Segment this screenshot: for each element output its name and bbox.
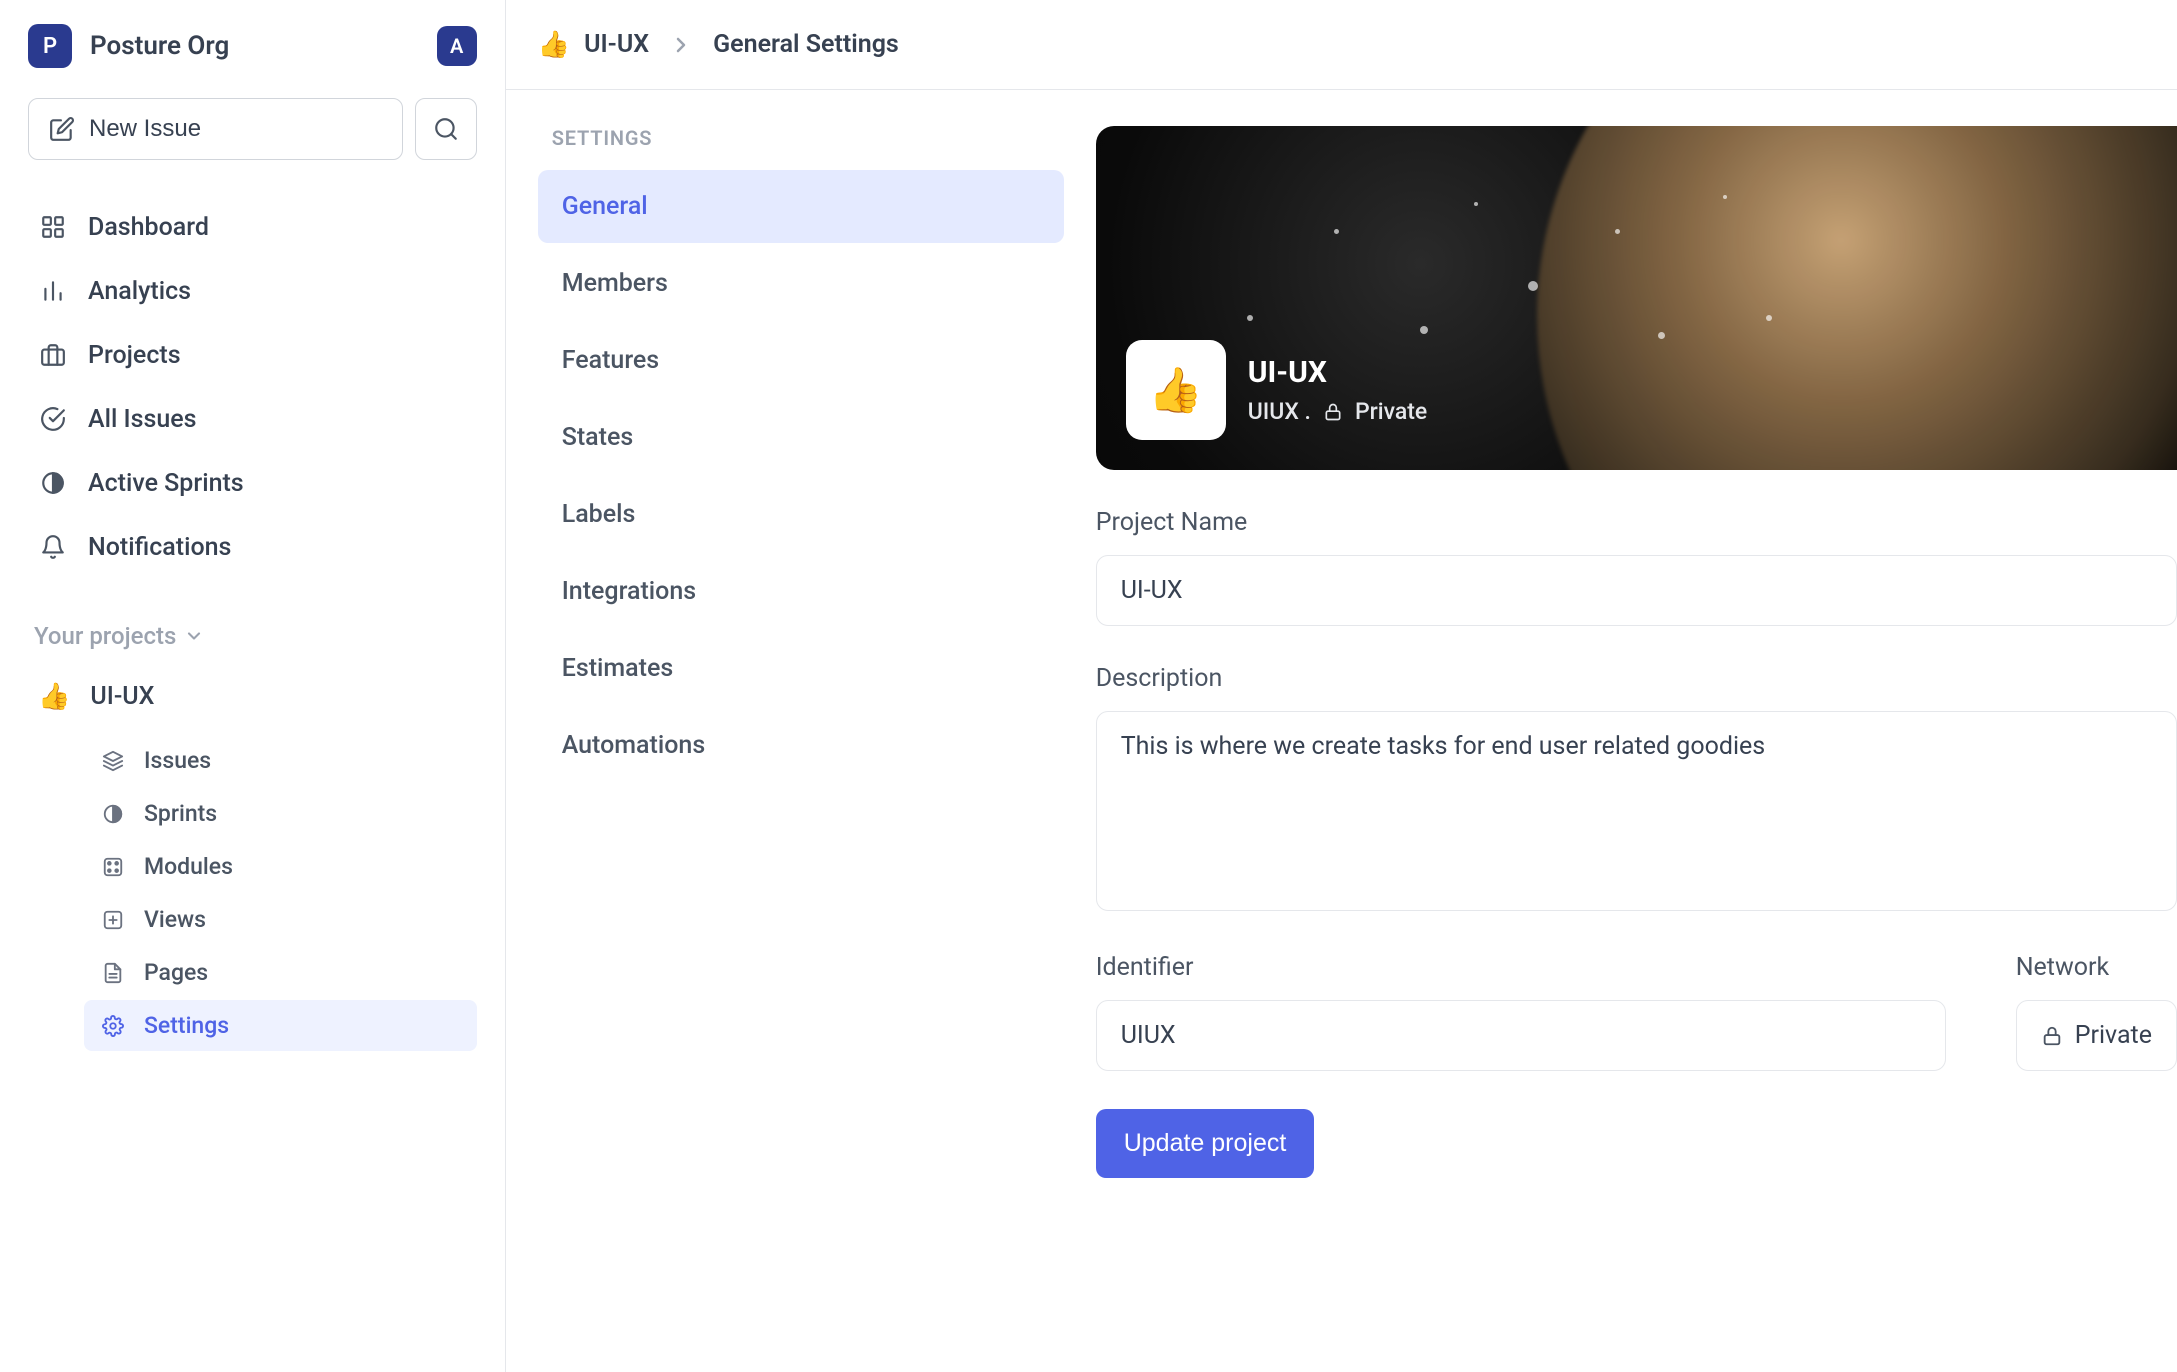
- contrast-icon: [100, 801, 126, 827]
- settings-tab-general[interactable]: General: [538, 170, 1064, 243]
- analytics-icon: [38, 276, 68, 306]
- org-switcher[interactable]: P Posture Org: [28, 24, 229, 68]
- subnav-pages[interactable]: Pages: [84, 947, 477, 998]
- nav-dashboard[interactable]: Dashboard: [28, 198, 477, 256]
- main-nav: Dashboard Analytics Projects All Issues: [28, 198, 477, 576]
- your-projects-toggle[interactable]: Your projects: [28, 616, 477, 656]
- edit-icon: [49, 116, 75, 142]
- crumb-project[interactable]: 👍 UI-UX: [538, 30, 649, 59]
- settings-tab-labels[interactable]: Labels: [538, 478, 1064, 551]
- subnav-label: Issues: [144, 747, 211, 774]
- chevron-down-icon: [184, 626, 204, 646]
- cover-avatar[interactable]: 👍: [1126, 340, 1226, 440]
- identifier-input[interactable]: [1096, 1000, 1946, 1071]
- settings-tab-automations[interactable]: Automations: [538, 709, 1064, 782]
- layers-icon: [100, 748, 126, 774]
- frame-plus-icon: [100, 907, 126, 933]
- nav-all-issues[interactable]: All Issues: [28, 390, 477, 448]
- settings-tab-members[interactable]: Members: [538, 247, 1064, 320]
- settings-form-area: 👍 UI-UX UIUX . Private: [1096, 90, 2177, 1372]
- org-header: P Posture Org A: [28, 24, 477, 68]
- thumbs-up-icon: 👍: [538, 32, 570, 58]
- subnav-modules[interactable]: Modules: [84, 841, 477, 892]
- description-label: Description: [1096, 664, 2177, 693]
- file-text-icon: [100, 960, 126, 986]
- subnav-views[interactable]: Views: [84, 894, 477, 945]
- gear-icon: [100, 1013, 126, 1039]
- search-button[interactable]: [415, 98, 477, 160]
- project-name: UI-UX: [90, 682, 154, 711]
- thumbs-up-icon: 👍: [1148, 364, 1203, 416]
- cover-identifier: UIUX .: [1248, 398, 1311, 425]
- org-badge: P: [28, 24, 72, 68]
- nav-analytics[interactable]: Analytics: [28, 262, 477, 320]
- settings-heading: SETTINGS: [538, 126, 1064, 150]
- thumbs-up-icon: 👍: [38, 684, 70, 710]
- nav-label: Projects: [88, 341, 181, 370]
- project-cover[interactable]: 👍 UI-UX UIUX . Private: [1096, 126, 2177, 470]
- dashboard-icon: [38, 212, 68, 242]
- nav-projects[interactable]: Projects: [28, 326, 477, 384]
- contrast-icon: [38, 468, 68, 498]
- new-issue-label: New Issue: [89, 115, 201, 143]
- project-name-input[interactable]: [1096, 555, 2177, 626]
- lock-icon: [1323, 402, 1343, 422]
- breadcrumb: 👍 UI-UX General Settings: [506, 0, 2177, 90]
- project-name-label: Project Name: [1096, 508, 2177, 537]
- description-input[interactable]: [1096, 711, 2177, 911]
- nav-label: Active Sprints: [88, 469, 244, 498]
- crumb-project-label: UI-UX: [584, 30, 649, 59]
- settings-tab-features[interactable]: Features: [538, 324, 1064, 397]
- nav-label: Analytics: [88, 277, 191, 306]
- settings-nav: SETTINGS General Members Features States…: [506, 90, 1096, 1372]
- settings-tab-integrations[interactable]: Integrations: [538, 555, 1064, 628]
- network-label: Network: [2016, 953, 2177, 982]
- project-subnav: Issues Sprints Modules Views: [84, 735, 477, 1051]
- project-ui-ux[interactable]: 👍 UI-UX: [28, 668, 477, 725]
- network-select[interactable]: Private: [2016, 1000, 2177, 1071]
- update-project-button[interactable]: Update project: [1096, 1109, 1315, 1178]
- subnav-label: Modules: [144, 853, 233, 880]
- your-projects-label: Your projects: [34, 622, 176, 650]
- network-value: Private: [2075, 1021, 2152, 1050]
- new-issue-button[interactable]: New Issue: [28, 98, 403, 160]
- nav-label: All Issues: [88, 405, 197, 434]
- settings-tab-states[interactable]: States: [538, 401, 1064, 474]
- settings-tab-estimates[interactable]: Estimates: [538, 632, 1064, 705]
- cover-info: 👍 UI-UX UIUX . Private: [1126, 340, 1428, 440]
- nav-label: Dashboard: [88, 213, 209, 242]
- nav-active-sprints[interactable]: Active Sprints: [28, 454, 477, 512]
- subnav-label: Pages: [144, 959, 208, 986]
- bell-icon: [38, 532, 68, 562]
- main: 👍 UI-UX General Settings SETTINGS Genera…: [506, 0, 2177, 1372]
- check-circle-icon: [38, 404, 68, 434]
- dice-icon: [100, 854, 126, 880]
- crumb-page-label: General Settings: [713, 30, 899, 59]
- chevron-right-icon: [669, 33, 693, 57]
- sidebar: P Posture Org A New Issue: [0, 0, 506, 1372]
- cover-title: UI-UX: [1248, 355, 1428, 390]
- nav-label: Notifications: [88, 533, 231, 562]
- search-icon: [433, 116, 459, 142]
- subnav-settings[interactable]: Settings: [84, 1000, 477, 1051]
- identifier-label: Identifier: [1096, 953, 1946, 982]
- subnav-label: Sprints: [144, 800, 217, 827]
- briefcase-icon: [38, 340, 68, 370]
- user-avatar[interactable]: A: [437, 26, 477, 66]
- subnav-label: Views: [144, 906, 206, 933]
- subnav-sprints[interactable]: Sprints: [84, 788, 477, 839]
- cover-visibility: Private: [1355, 398, 1427, 425]
- crumb-page: General Settings: [713, 30, 899, 59]
- cover-subtitle: UIUX . Private: [1248, 398, 1428, 425]
- nav-notifications[interactable]: Notifications: [28, 518, 477, 576]
- subnav-label: Settings: [144, 1012, 229, 1039]
- subnav-issues[interactable]: Issues: [84, 735, 477, 786]
- lock-icon: [2041, 1025, 2063, 1047]
- org-name: Posture Org: [90, 31, 229, 61]
